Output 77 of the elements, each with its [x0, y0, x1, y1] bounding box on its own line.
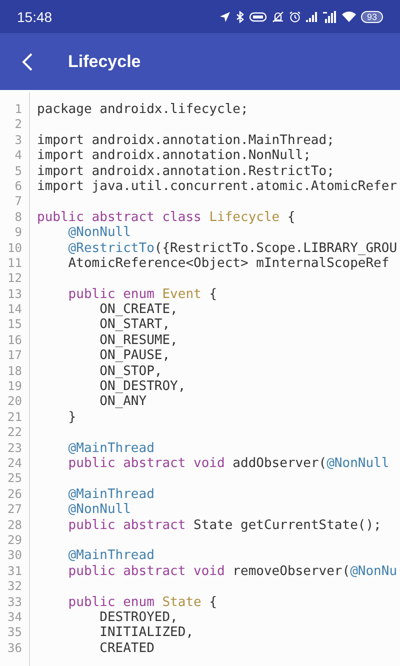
location-icon — [218, 10, 231, 22]
line-number: 3 — [14, 132, 22, 148]
code-line: import androidx.annotation.NonNull; — [37, 148, 311, 164]
line-number: 2 — [14, 117, 22, 133]
code-line: @RestrictTo({RestrictTo.Scope.LIBRARY_GROU — [67, 240, 398, 256]
bluetooth-icon — [236, 10, 244, 22]
battery-saver-icon — [248, 12, 267, 22]
line-number: 31 — [6, 564, 22, 580]
code-line: @MainThread — [67, 440, 154, 456]
line-number: 19 — [6, 379, 22, 394]
code-line: @MainThread — [67, 486, 154, 502]
line-number: 10 — [6, 240, 22, 256]
back-icon — [22, 52, 33, 70]
code-line: ON_PAUSE, — [98, 348, 170, 364]
code-line: public enum Event { — [67, 286, 218, 302]
code-line: package androidx.lifecycle; — [37, 102, 248, 118]
line-number: 32 — [6, 579, 22, 594]
code-line: public abstract class Lifecycle { — [37, 210, 296, 226]
line-number: 35 — [6, 625, 22, 641]
code-line: import androidx.annotation.RestrictTo; — [37, 164, 334, 179]
line-number: 29 — [6, 532, 22, 548]
line-number: 12 — [6, 271, 22, 287]
line-number: 24 — [6, 456, 22, 472]
bell-off-icon — [272, 10, 284, 22]
line-number: 28 — [6, 518, 22, 533]
toolbar-title: Lifecycle — [68, 52, 141, 72]
battery-level: 93 — [360, 10, 383, 22]
code-line: @MainThread — [67, 548, 154, 564]
line-number: 8 — [14, 210, 22, 226]
line-number: 4 — [14, 148, 22, 164]
code-line: public abstract void removeObserver(@NonNu — [67, 564, 398, 580]
line-number: 7 — [14, 194, 22, 210]
line-number: 20 — [6, 394, 22, 410]
status-time: 15:48 — [17, 8, 52, 24]
code-line: @NonNull — [67, 225, 131, 241]
code-line: DESTROYED, — [98, 610, 178, 626]
code-line: public abstract void addObserver(@NonNull — [67, 456, 390, 472]
code-line: CREATED — [98, 640, 154, 656]
line-number: 16 — [6, 332, 22, 348]
code-line: import java.util.concurrent.atomic.AtomicRefer — [37, 178, 398, 194]
code-line: ON_RESUME, — [98, 332, 178, 348]
line-number: 22 — [6, 425, 22, 441]
line-number: 13 — [6, 286, 22, 302]
code-line: ON_ANY — [98, 394, 147, 410]
code-line: } — [67, 410, 76, 426]
code-line: public abstract State getCurrentState(); — [67, 518, 382, 533]
line-number: 18 — [6, 364, 22, 380]
line-number: 6 — [14, 178, 22, 194]
signal-icon — [322, 10, 337, 22]
code-line: import androidx.annotation.MainThread; — [37, 132, 334, 148]
line-number: 34 — [6, 610, 22, 626]
code-line: AtomicReference<Object> mInternalScopeRef — [67, 256, 390, 272]
line-number: 11 — [6, 256, 22, 272]
code-line: public enum State { — [67, 594, 218, 610]
line-number: 5 — [14, 164, 22, 179]
line-number: 14 — [6, 302, 22, 318]
alarm-icon — [288, 10, 301, 22]
line-number: 30 — [6, 548, 22, 564]
signal-icon — [306, 11, 318, 22]
code-line: ON_START, — [98, 317, 170, 333]
code-line: ON_DESTROY, — [98, 379, 186, 394]
code-line: ON_STOP, — [98, 364, 162, 380]
wifi-icon — [342, 11, 356, 22]
code-line: INITIALIZED, — [98, 625, 194, 641]
code-line: @NonNull — [67, 502, 131, 518]
line-number: 23 — [6, 440, 22, 456]
line-number: 26 — [6, 486, 22, 502]
line-number: 36 — [6, 640, 22, 656]
line-number: 21 — [6, 410, 22, 426]
code-line: ON_CREATE, — [98, 302, 178, 318]
line-number: 9 — [14, 225, 22, 241]
line-number: 15 — [6, 317, 22, 333]
line-number: 27 — [6, 502, 22, 518]
line-number: 25 — [6, 471, 22, 487]
line-number: 17 — [6, 348, 22, 364]
line-number: 1 — [14, 102, 22, 118]
line-number: 33 — [6, 594, 22, 610]
